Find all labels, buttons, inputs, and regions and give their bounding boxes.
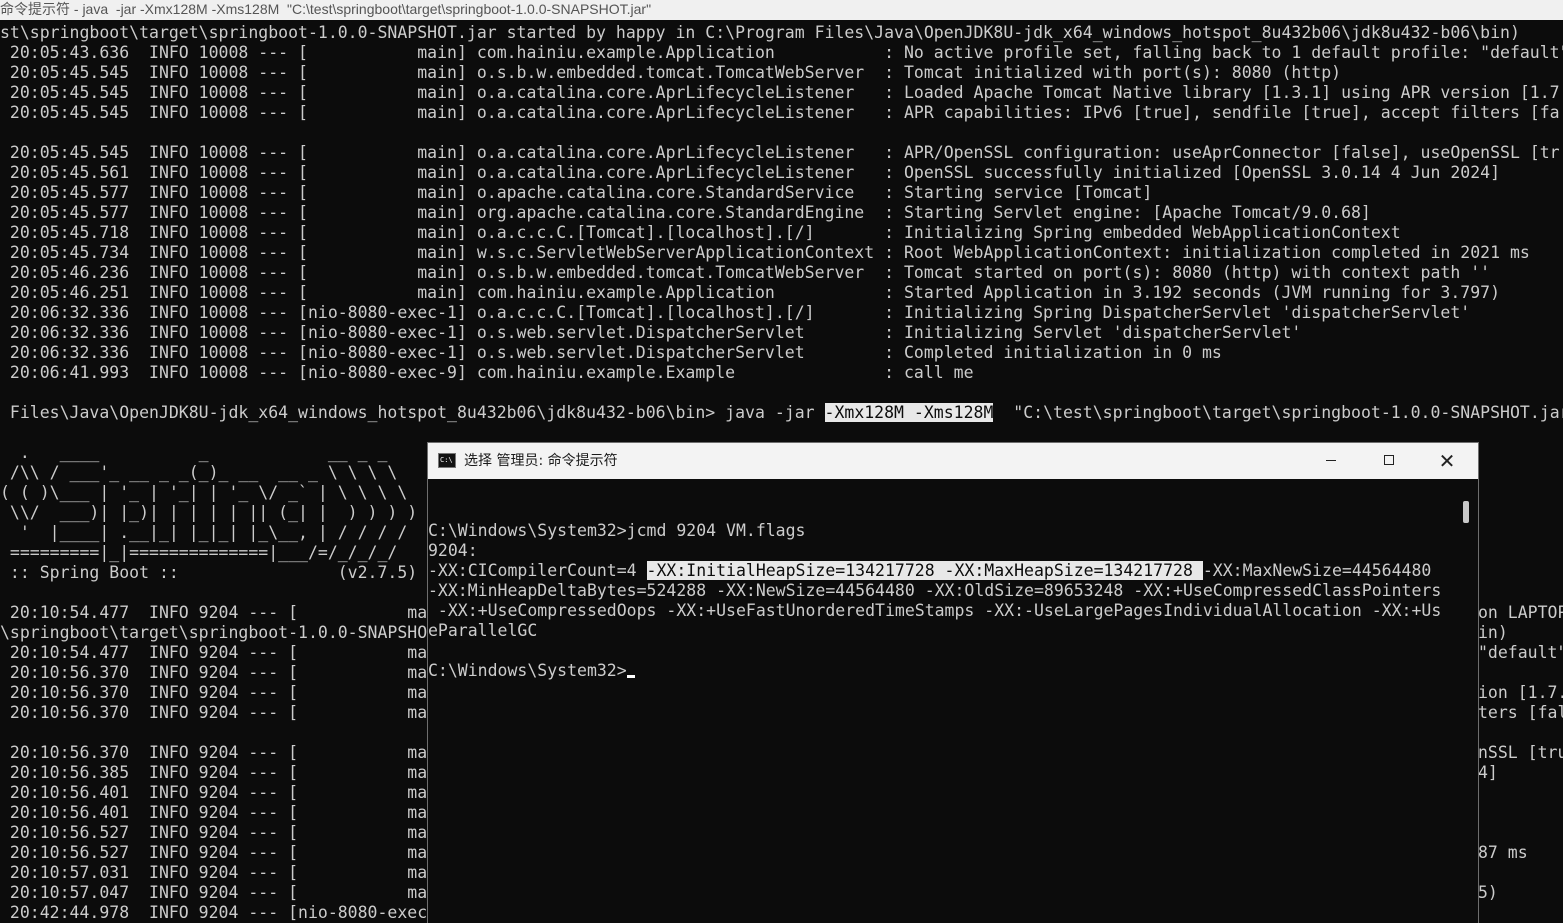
console-line: nSSL [tru (1478, 743, 1563, 762)
console-text: "C:\test\springboot\target\springboot-1.… (993, 403, 1563, 422)
console-line: 20:06:41.993 INFO 10008 --- [nio-8080-ex… (0, 363, 974, 382)
console-line: 20:06:32.336 INFO 10008 --- [nio-8080-ex… (0, 323, 1302, 342)
background-console-right-edge: on LAPTOP in) "default" ion [1.7. ters [fal n… (1478, 603, 1563, 903)
console-line: 4] (1478, 763, 1498, 782)
window-title: 选择 管理员: 命令提示符 (464, 453, 618, 469)
console-line: ters [fal (1478, 703, 1563, 722)
console-line: 5) (1478, 883, 1498, 902)
close-button[interactable]: ✕ (1418, 443, 1476, 479)
maximize-icon (1384, 455, 1394, 465)
console-line: 20:05:43.636 INFO 10008 --- [ main] com.… (0, 43, 1563, 62)
maximize-button[interactable] (1360, 443, 1418, 479)
console-line: 20:05:45.577 INFO 10008 --- [ main] org.… (0, 203, 1371, 222)
text-selection[interactable]: -Xmx128M -Xms128M (824, 403, 994, 422)
window-titlebar[interactable]: C:\ 选择 管理员: 命令提示符 ✕ (428, 443, 1478, 479)
text-cursor (626, 675, 635, 678)
console-line: 20:05:45.718 INFO 10008 --- [ main] o.a.… (0, 223, 1401, 242)
text-selection[interactable]: -XX:InitialHeapSize=134217728 -XX:MaxHea… (646, 561, 1203, 580)
vm-flags-line: -XX:CICompilerCount=4 -XX:InitialHeapSiz… (428, 561, 1454, 581)
console-line: ion [1.7. (1478, 683, 1563, 702)
console-line: 20:05:45.545 INFO 10008 --- [ main] o.a.… (0, 83, 1560, 102)
console-line: st\springboot\target\springboot-1.0.0-SN… (0, 23, 1520, 42)
close-icon: ✕ (1438, 449, 1456, 473)
console-text: -XX:MaxNewSize=44564480 (1202, 561, 1432, 580)
console-line: 20:05:45.545 INFO 10008 --- [ main] o.s.… (0, 63, 1342, 82)
minimize-button[interactable] (1302, 443, 1360, 479)
console-line: 20:05:45.545 INFO 10008 --- [ main] o.a.… (0, 143, 1560, 162)
console-line: C:\Windows\System32>jcmd 9204 VM.flags (428, 521, 806, 540)
background-window-title: 命令提示符 - java -jar -Xmx128M -Xms128M "C:\… (0, 0, 1563, 20)
console-line: 20:05:46.236 INFO 10008 --- [ main] o.s.… (0, 263, 1491, 282)
console-line: in) (1478, 623, 1508, 642)
console-line: "default" (1478, 643, 1563, 662)
cmd-icon: C:\ (438, 453, 456, 468)
prompt-line: Files\Java\OpenJDK8U-jdk_x64_windows_hot… (0, 403, 1563, 423)
foreground-console-output[interactable]: C:\Windows\System32>jcmd 9204 VM.flags 92… (428, 501, 1454, 921)
console-line: eParallelGC (428, 621, 538, 640)
console-line: 9204: (428, 541, 478, 560)
foreground-cmd-window[interactable]: C:\ 选择 管理员: 命令提示符 ✕ C:\Windows\System32>… (427, 442, 1479, 923)
console-line: 20:05:45.734 INFO 10008 --- [ main] w.s.… (0, 243, 1530, 262)
console-line: on LAPTOP (1478, 603, 1563, 622)
console-text: Files\Java\OpenJDK8U-jdk_x64_windows_hot… (0, 403, 825, 422)
command-prompt[interactable]: C:\Windows\System32> (428, 661, 1454, 681)
console-line: 20:05:45.577 INFO 10008 --- [ main] o.ap… (0, 183, 1153, 202)
console-line: 20:06:32.336 INFO 10008 --- [nio-8080-ex… (0, 343, 1222, 362)
console-line: 20:05:45.545 INFO 10008 --- [ main] o.a.… (0, 103, 1560, 122)
console-line: 20:05:46.251 INFO 10008 --- [ main] com.… (0, 283, 1501, 302)
console-line: -XX:+UseCompressedOops -XX:+UseFastUnord… (428, 601, 1442, 620)
minimize-icon (1326, 460, 1336, 461)
console-line: 20:06:32.336 INFO 10008 --- [nio-8080-ex… (0, 303, 1471, 322)
console-text: -XX:CICompilerCount=4 (428, 561, 647, 580)
console-line: 20:05:45.561 INFO 10008 --- [ main] o.a.… (0, 163, 1501, 182)
console-line: 87 ms (1478, 843, 1528, 862)
scrollbar-thumb[interactable] (1463, 501, 1469, 523)
console-line: -XX:MinHeapDeltaBytes=524288 -XX:NewSize… (428, 581, 1442, 600)
